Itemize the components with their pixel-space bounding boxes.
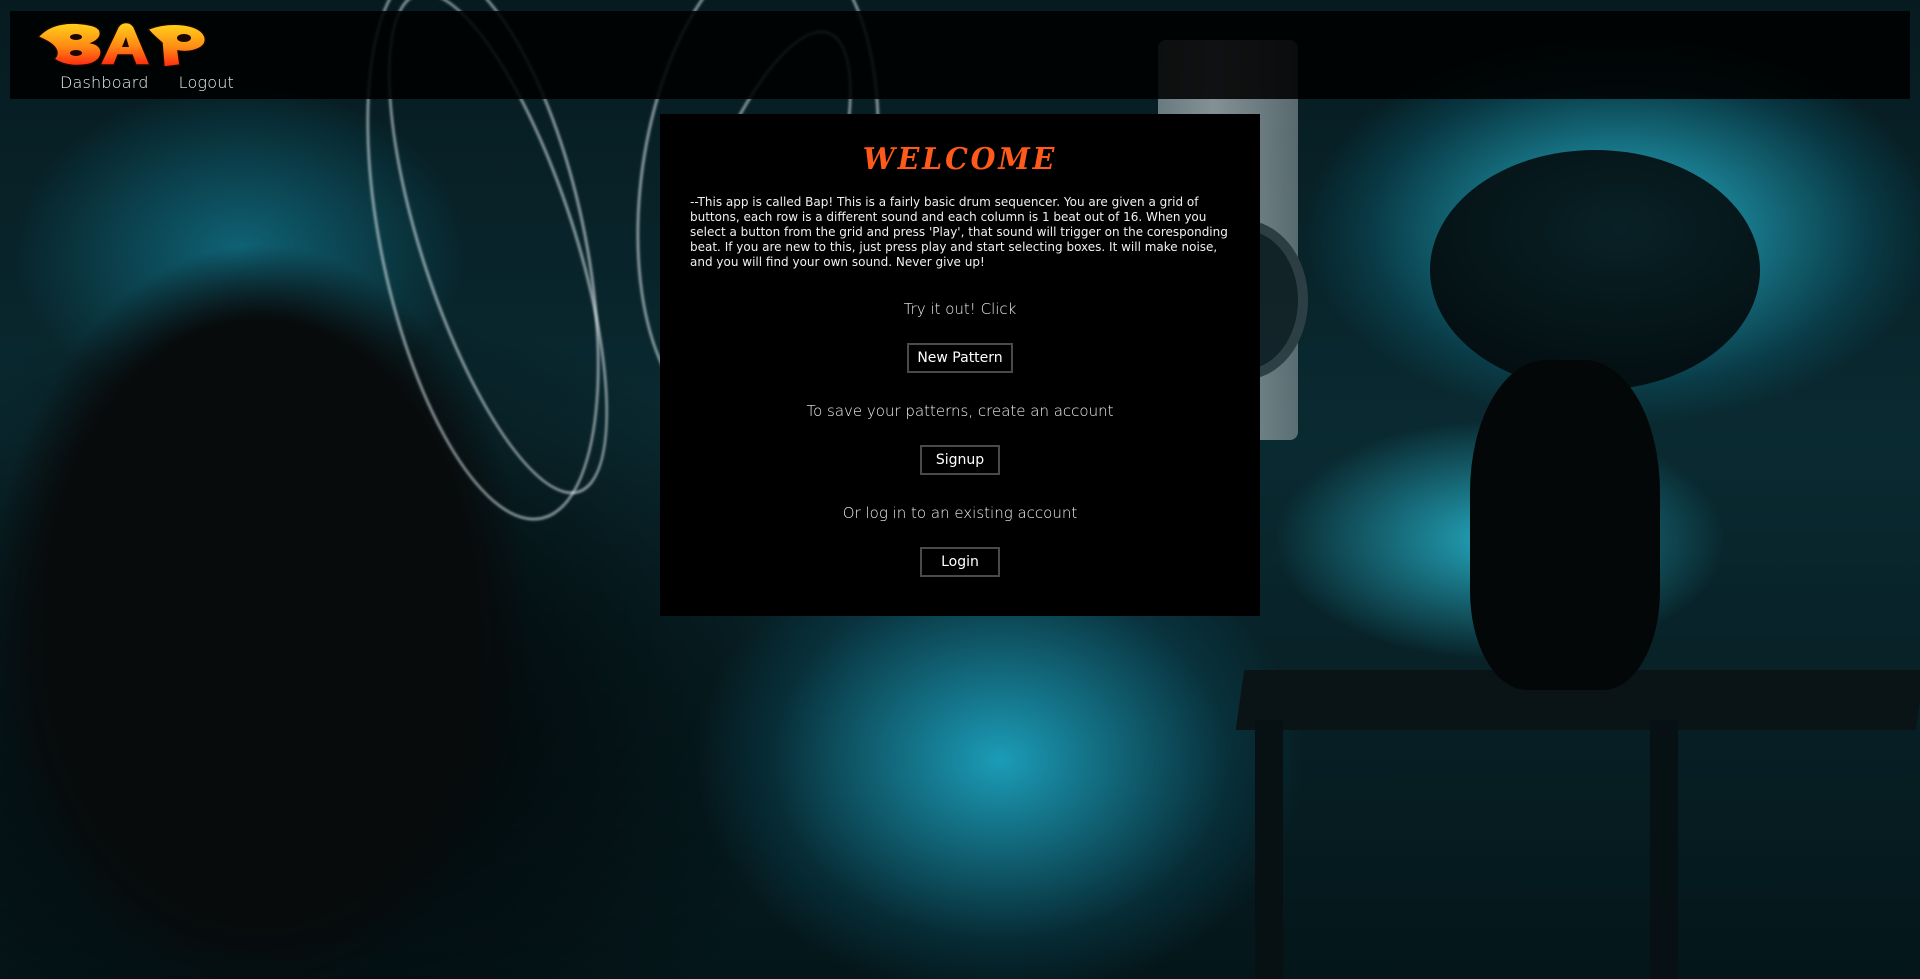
background-plant-leaves: [1430, 150, 1760, 390]
table-leg: [1255, 720, 1283, 979]
nav-dashboard-link[interactable]: Dashboard: [60, 73, 149, 92]
welcome-card: WELCOME --This app is called Bap! This i…: [660, 114, 1260, 616]
background-plant-pot: [1470, 360, 1660, 690]
try-it-text: Try it out! Click: [903, 300, 1017, 318]
nav-logout-link[interactable]: Logout: [179, 73, 234, 92]
nav-links: Dashboard Logout: [60, 73, 234, 92]
bap-logo[interactable]: [30, 13, 215, 73]
welcome-title: WELCOME: [862, 142, 1058, 177]
table-leg: [1650, 720, 1678, 979]
new-pattern-button[interactable]: New Pattern: [907, 343, 1013, 373]
top-navbar: Dashboard Logout: [10, 11, 1910, 99]
signup-button[interactable]: Signup: [920, 445, 1000, 475]
app-description: --This app is called Bap! This is a fair…: [690, 195, 1228, 269]
login-button[interactable]: Login: [920, 547, 1000, 577]
save-patterns-text: To save your patterns, create an account: [806, 402, 1114, 420]
login-prompt-text: Or log in to an existing account: [842, 504, 1078, 522]
